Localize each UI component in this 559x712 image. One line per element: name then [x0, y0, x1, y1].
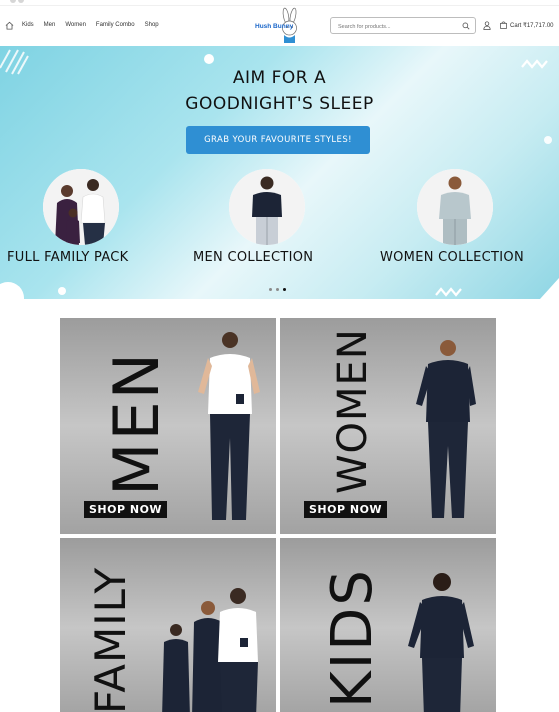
category-tile-men[interactable]: MEN SHOP NOW — [60, 318, 276, 534]
user-icon[interactable] — [483, 21, 491, 30]
man-figure-image — [229, 169, 305, 245]
nav-item-men[interactable]: Men — [44, 22, 56, 28]
carousel-dots — [269, 288, 286, 291]
cart-button[interactable]: Cart ₹17,717.00 — [500, 21, 554, 29]
site-header: Kids Men Women Family Combo Shop Hush Bu… — [0, 6, 559, 46]
shop-now-women-button[interactable]: SHOP NOW — [304, 501, 388, 518]
family-model-image — [162, 588, 258, 712]
dot-icon — [18, 0, 24, 3]
logo-text: Hush Bunny — [255, 23, 294, 30]
nav-item-kids[interactable]: Kids — [22, 22, 34, 28]
family-pack-photo[interactable] — [43, 169, 119, 245]
hero-banner[interactable]: AIM FOR A GOODNIGHT'S SLEEP GRAB YOUR FA… — [0, 46, 559, 299]
carousel-dot-active[interactable] — [283, 288, 286, 291]
search-box — [330, 17, 476, 34]
search-icon[interactable] — [462, 22, 470, 30]
carousel-dot[interactable] — [276, 288, 279, 291]
nav-item-shop[interactable]: Shop — [145, 22, 159, 28]
hero-title-line-1: AIM FOR A — [232, 68, 327, 88]
collection-label-family[interactable]: FULL FAMILY PACK — [7, 250, 129, 265]
site-logo[interactable]: Hush Bunny — [255, 7, 303, 45]
main-nav: Kids Men Women Family Combo Shop — [22, 22, 159, 28]
search-input[interactable] — [338, 22, 458, 31]
nav-item-women[interactable]: Women — [65, 22, 86, 28]
woman-figure-image — [417, 169, 493, 245]
category-tile-kids[interactable]: KIDS — [280, 538, 496, 712]
home-icon[interactable] — [5, 21, 14, 30]
grab-styles-button[interactable]: GRAB YOUR FAVOURITE STYLES! — [186, 126, 370, 154]
kid-model-image — [408, 573, 474, 712]
shopping-bag-icon — [500, 21, 507, 29]
category-tile-women[interactable]: WOMEN SHOP NOW — [280, 318, 496, 534]
shop-now-men-button[interactable]: SHOP NOW — [84, 501, 168, 518]
carousel-dot[interactable] — [269, 288, 272, 291]
nav-item-family-combo[interactable]: Family Combo — [96, 22, 135, 28]
hero-title-line-2: GOODNIGHT'S SLEEP — [185, 94, 374, 114]
dot-icon — [10, 0, 16, 3]
cart-total: Cart ₹17,717.00 — [510, 22, 554, 29]
men-collection-photo[interactable] — [229, 169, 305, 245]
collection-label-men[interactable]: MEN COLLECTION — [193, 250, 313, 265]
family-figures-image — [43, 169, 119, 245]
category-tile-family[interactable]: FAMILY — [60, 538, 276, 712]
collection-label-women[interactable]: WOMEN COLLECTION — [380, 250, 524, 265]
women-collection-photo[interactable] — [417, 169, 493, 245]
